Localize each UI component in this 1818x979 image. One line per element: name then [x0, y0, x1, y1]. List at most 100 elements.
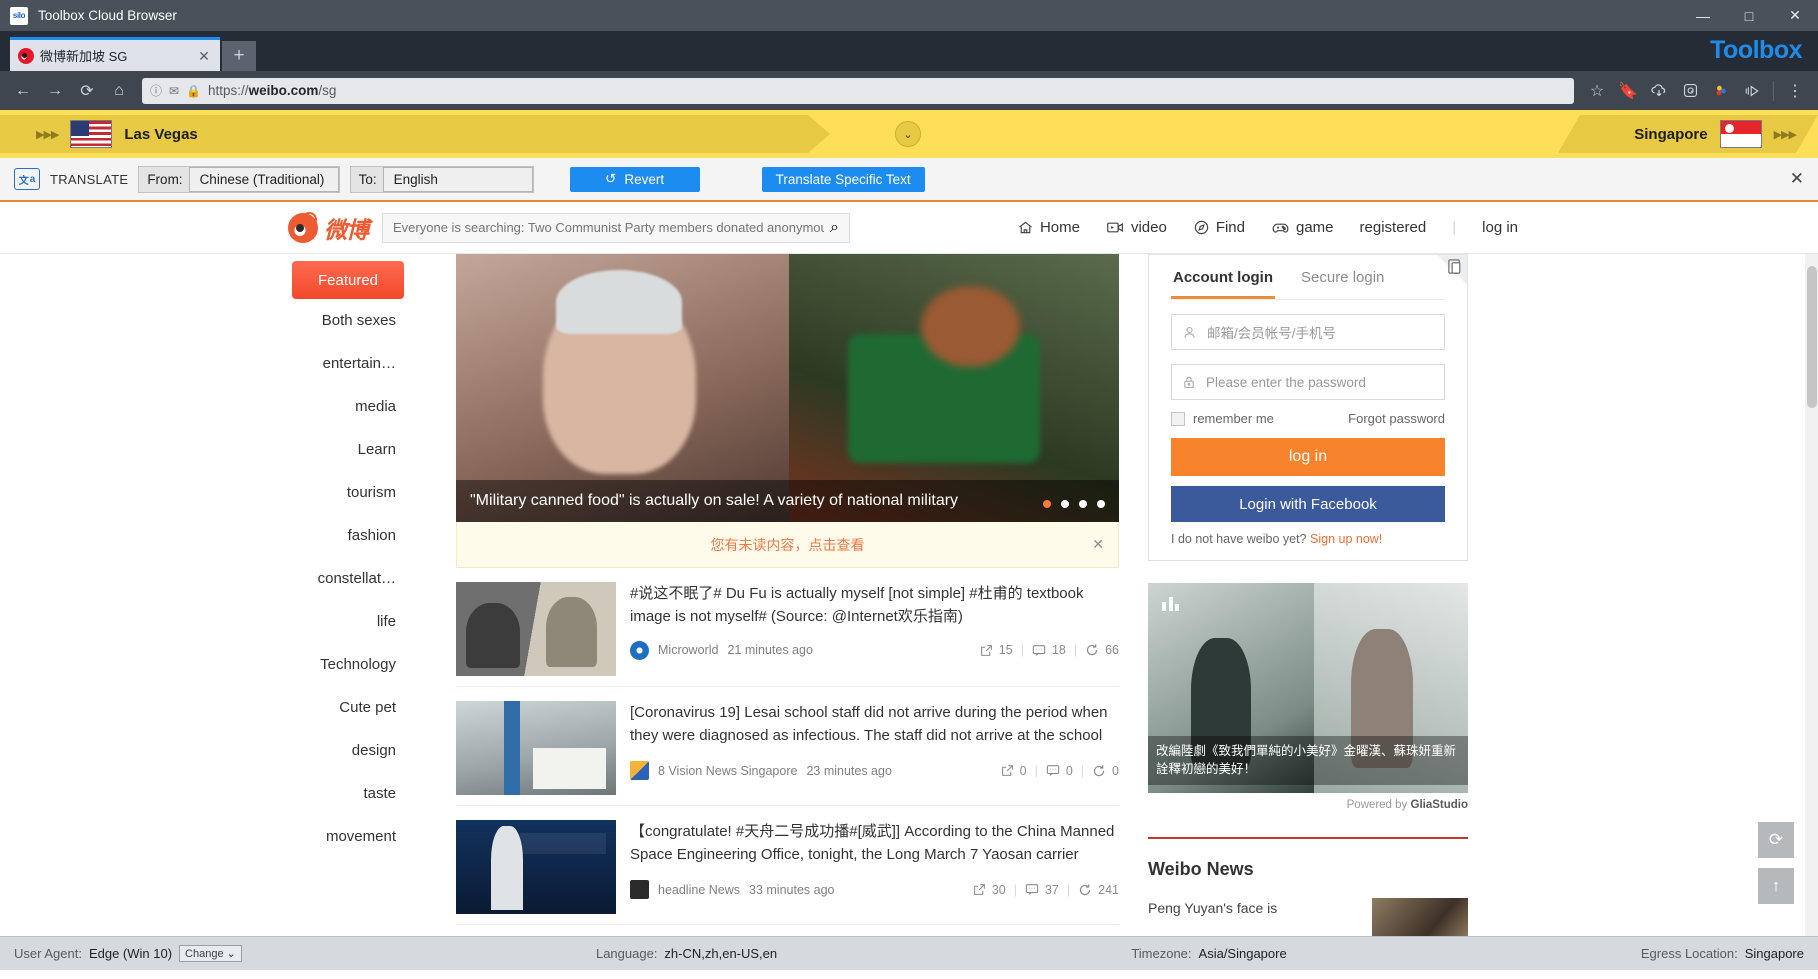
hero-dot-3[interactable] — [1079, 500, 1087, 508]
sidebar-item-featured[interactable]: Featured — [292, 261, 404, 299]
unread-notice-bar[interactable]: 您有未读内容，点击查看 ✕ — [456, 522, 1119, 568]
weibo-search-box[interactable]: ⌕ — [382, 213, 850, 243]
change-user-agent-button[interactable]: Change ⌄ — [179, 945, 242, 962]
post-repost-action[interactable]: 66 — [1085, 643, 1119, 657]
tab-account-login[interactable]: Account login — [1171, 255, 1275, 299]
browser-menu-icon[interactable]: ⋮ — [1780, 76, 1810, 106]
back-icon[interactable]: ← — [8, 76, 38, 106]
hero-dots[interactable] — [1043, 500, 1105, 508]
nav-item-video[interactable]: video — [1106, 219, 1167, 236]
post-thumbnail[interactable] — [456, 582, 616, 676]
revert-button[interactable]: ↺ Revert — [570, 167, 700, 192]
nav-item-game[interactable]: game — [1271, 219, 1334, 236]
home-icon[interactable]: ⌂ — [104, 76, 134, 106]
search-input[interactable] — [393, 220, 824, 235]
tracker-shield-icon[interactable]: ✉ — [169, 84, 179, 98]
video-ad-card[interactable]: 改編陸劇《致我們單純的小美好》金曜漢、蘇珠妍重新詮釋初戀的美好！ Powered… — [1148, 583, 1468, 811]
weibo-logo[interactable]: 微博 — [288, 211, 368, 245]
post-share-action[interactable]: 15 — [980, 643, 1013, 657]
forgot-password-link[interactable]: Forgot password — [1348, 411, 1445, 426]
sidebar-item-media[interactable]: media — [292, 385, 404, 428]
nav-item-home[interactable]: Home — [1017, 219, 1080, 236]
reload-icon[interactable]: ⟳ — [72, 76, 102, 106]
grammarly-icon[interactable] — [1675, 76, 1705, 106]
nav-item-registered[interactable]: registered — [1360, 219, 1427, 236]
post-author[interactable]: 8 Vision News Singapore — [658, 764, 797, 778]
sidebar-item-life[interactable]: life — [292, 600, 404, 643]
translate-to-select[interactable]: English — [383, 167, 533, 192]
post-comment-action[interactable]: 37 — [1025, 883, 1059, 897]
nav-item-find[interactable]: Find — [1193, 219, 1245, 236]
scroll-top-button[interactable]: ↑ — [1758, 868, 1794, 904]
address-bar[interactable]: ⓘ ✉ 🔒 https://weibo.com/sg — [142, 78, 1574, 104]
refresh-float-button[interactable]: ⟳ — [1758, 822, 1794, 858]
origin-location-chip[interactable]: ▶▶▶ Las Vegas — [0, 115, 830, 153]
remember-me-checkbox[interactable] — [1171, 412, 1185, 426]
search-icon[interactable]: ⌕ — [830, 219, 839, 237]
bookmark-star-icon[interactable]: ☆ — [1582, 76, 1612, 106]
author-avatar[interactable] — [630, 880, 649, 899]
egress-location-chip[interactable]: Singapore ▶▶▶ — [1558, 115, 1818, 153]
qr-code-icon[interactable] — [1437, 255, 1467, 285]
post-author[interactable]: headline News — [658, 883, 740, 897]
new-tab-button[interactable]: + — [222, 41, 256, 71]
maximize-button[interactable]: □ — [1726, 0, 1772, 31]
browser-tab[interactable]: 微博新加坡 SG ✕ — [10, 37, 220, 71]
tab-secure-login[interactable]: Secure login — [1299, 255, 1386, 299]
feed-post[interactable]: [Coronavirus 19] Lesai school staff did … — [456, 687, 1119, 806]
tab-close-icon[interactable]: ✕ — [196, 49, 212, 63]
feed-post[interactable]: #说这不眠了# Du Fu is actually myself [not si… — [456, 568, 1119, 687]
author-avatar[interactable] — [630, 641, 649, 660]
page-info-icon[interactable]: ⓘ — [150, 82, 162, 99]
post-share-action[interactable]: 0 — [1001, 764, 1027, 778]
signup-link[interactable]: Sign up now! — [1310, 532, 1382, 546]
post-repost-action[interactable]: 0 — [1092, 764, 1119, 778]
news-item[interactable]: Peng Yuyan's face is — [1148, 898, 1468, 936]
ad-video-player[interactable]: 改編陸劇《致我們單純的小美好》金曜漢、蘇珠妍重新詮釋初戀的美好！ — [1148, 583, 1468, 793]
password-field[interactable]: Please enter the password — [1171, 364, 1445, 400]
post-share-action[interactable]: 30 — [973, 883, 1006, 897]
sidebar-item-cute-pet[interactable]: Cute pet — [292, 686, 404, 729]
sidebar-item-learn[interactable]: Learn — [292, 428, 404, 471]
sidebar-item-both-sexes[interactable]: Both sexes — [292, 299, 404, 342]
sidebar-item-fashion[interactable]: fashion — [292, 514, 404, 557]
sidebar-item-taste[interactable]: taste — [292, 772, 404, 815]
login-button[interactable]: log in — [1171, 438, 1445, 476]
translate-from-select[interactable]: Chinese (Traditional) — [189, 167, 339, 192]
author-avatar[interactable] — [630, 761, 649, 780]
facebook-login-button[interactable]: Login with Facebook — [1171, 486, 1445, 522]
news-item-thumbnail[interactable] — [1372, 898, 1468, 936]
sidebar-item-design[interactable]: design — [292, 729, 404, 772]
translate-bar-close-icon[interactable]: ✕ — [1790, 169, 1804, 189]
extension-dots-icon[interactable] — [1706, 76, 1736, 106]
scrollbar-thumb[interactable] — [1807, 266, 1817, 408]
post-comment-action[interactable]: 0 — [1046, 764, 1073, 778]
hero-carousel[interactable]: "Military canned food" is actually on sa… — [456, 254, 1119, 522]
media-cast-icon[interactable] — [1737, 76, 1767, 106]
post-thumbnail[interactable] — [456, 820, 616, 914]
post-repost-action[interactable]: 241 — [1078, 883, 1119, 897]
hero-dot-1[interactable] — [1043, 500, 1051, 508]
nav-item-login[interactable]: log in — [1482, 219, 1518, 236]
sidebar-item-tourism[interactable]: tourism — [292, 471, 404, 514]
post-author[interactable]: Microworld — [658, 643, 718, 657]
unread-close-icon[interactable]: ✕ — [1092, 536, 1104, 553]
minimize-button[interactable]: — — [1680, 0, 1726, 31]
post-comment-action[interactable]: 18 — [1032, 643, 1066, 657]
page-scrollbar[interactable] — [1805, 254, 1818, 936]
sidebar-item-movement[interactable]: movement — [292, 815, 404, 858]
reading-list-icon[interactable]: 🔖 — [1613, 76, 1643, 106]
sidebar-item-technology[interactable]: Technology — [292, 643, 404, 686]
close-window-button[interactable]: ✕ — [1772, 0, 1818, 31]
hero-dot-2[interactable] — [1061, 500, 1069, 508]
feed-post[interactable]: 【congratulate! #天舟二号成功播#[威武]] According … — [456, 806, 1119, 925]
post-thumbnail[interactable] — [456, 701, 616, 795]
location-expand-button[interactable]: ⌄ — [895, 121, 921, 147]
forward-icon[interactable]: → — [40, 76, 70, 106]
sidebar-item-entertainment[interactable]: entertain… — [292, 342, 404, 385]
username-field[interactable]: 邮箱/会员帐号/手机号 — [1171, 314, 1445, 350]
cloud-download-icon[interactable] — [1644, 76, 1674, 106]
hero-dot-4[interactable] — [1097, 500, 1105, 508]
sidebar-item-constellation[interactable]: constellat… — [292, 557, 404, 600]
translate-specific-text-button[interactable]: Translate Specific Text — [762, 167, 925, 192]
